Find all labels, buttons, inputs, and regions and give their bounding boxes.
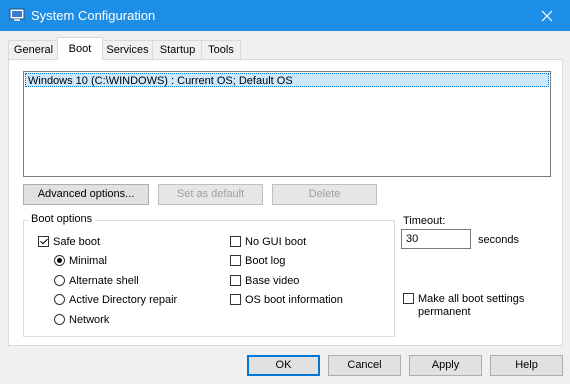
checkbox-icon [230,275,241,286]
boot-log-checkbox[interactable]: Boot log [230,254,285,268]
checkbox-checked-icon [38,236,49,247]
network-label: Network [69,314,110,326]
no-gui-boot-checkbox[interactable]: No GUI boot [230,235,306,249]
boot-os-item[interactable]: Windows 10 (C:\WINDOWS) : Current OS; De… [25,73,549,87]
base-video-label: Base video [245,275,300,287]
checkbox-icon [230,294,241,305]
tab-services[interactable]: Services [101,40,154,59]
safe-boot-label: Safe boot [53,236,101,248]
advanced-options-button[interactable]: Advanced options... [23,184,149,205]
minimal-radio[interactable]: Minimal [54,254,107,268]
timeout-unit-label: seconds [478,234,519,246]
os-boot-information-checkbox[interactable]: OS boot information [230,293,343,307]
help-button[interactable]: Help [490,355,563,376]
checkbox-icon [230,236,241,247]
radio-icon [54,294,65,305]
make-permanent-label-line2: permanent [418,306,471,318]
apply-button[interactable]: Apply [409,355,482,376]
boot-tab-panel: Windows 10 (C:\WINDOWS) : Current OS; De… [8,59,563,346]
close-button[interactable] [524,0,570,31]
radio-selected-icon [54,255,65,266]
alternate-shell-radio[interactable]: Alternate shell [54,274,139,288]
os-boot-information-label: OS boot information [245,294,343,306]
timeout-label: Timeout: [403,215,446,227]
make-permanent-checkbox[interactable]: Make all boot settings [403,292,524,306]
title-bar[interactable]: System Configuration [0,0,570,31]
close-icon [541,10,553,21]
radio-icon [54,314,65,325]
checkbox-icon [403,293,414,304]
safe-boot-checkbox[interactable]: Safe boot [38,235,100,249]
tab-general[interactable]: General [8,40,59,59]
window-title: System Configuration [31,8,156,23]
timeout-input[interactable] [401,229,471,249]
tab-boot[interactable]: Boot [57,37,103,60]
network-radio[interactable]: Network [54,313,109,327]
boot-log-label: Boot log [245,255,286,267]
delete-button[interactable]: Delete [272,184,377,205]
tab-startup[interactable]: Startup [152,40,203,59]
active-directory-repair-radio[interactable]: Active Directory repair [54,293,177,307]
active-directory-repair-label: Active Directory repair [69,294,178,306]
set-as-default-button[interactable]: Set as default [158,184,263,205]
checkbox-icon [230,255,241,266]
make-permanent-label: Make all boot settings [418,293,525,305]
alternate-shell-label: Alternate shell [69,275,139,287]
boot-os-list[interactable]: Windows 10 (C:\WINDOWS) : Current OS; De… [23,71,551,177]
radio-icon [54,275,65,286]
minimal-label: Minimal [69,255,107,267]
cancel-button[interactable]: Cancel [328,355,401,376]
no-gui-boot-label: No GUI boot [245,236,307,248]
tab-tools[interactable]: Tools [201,40,241,59]
system-configuration-icon [9,7,25,23]
ok-button[interactable]: OK [247,355,320,376]
boot-options-label: Boot options [28,213,96,225]
base-video-checkbox[interactable]: Base video [230,274,299,288]
